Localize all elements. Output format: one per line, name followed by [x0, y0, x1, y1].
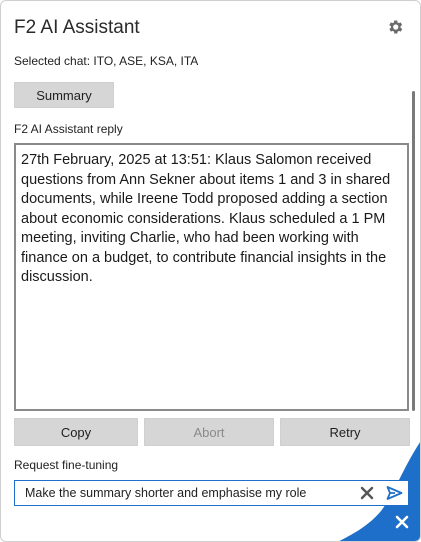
abort-button[interactable]: Abort: [144, 418, 274, 446]
copy-button[interactable]: Copy: [14, 418, 138, 446]
clear-icon[interactable]: [360, 486, 374, 500]
close-icon[interactable]: [395, 515, 409, 529]
assistant-panel: F2 AI Assistant Selected chat: ITO, ASE,…: [0, 0, 421, 542]
panel-title: F2 AI Assistant: [14, 17, 140, 38]
reply-label: F2 AI Assistant reply: [14, 122, 123, 136]
retry-button[interactable]: Retry: [280, 418, 410, 446]
fine-tuning-field: [14, 480, 409, 506]
reply-textbox[interactable]: 27th February, 2025 at 13:51: Klaus Salo…: [14, 143, 409, 411]
fine-tuning-input[interactable]: [25, 481, 355, 505]
summary-button[interactable]: Summary: [14, 82, 114, 108]
reply-text: 27th February, 2025 at 13:51: Klaus Salo…: [21, 152, 391, 285]
send-icon[interactable]: [386, 485, 403, 501]
fine-tuning-label: Request fine-tuning: [14, 458, 119, 472]
scrollbar[interactable]: [412, 91, 415, 411]
selected-chat-label: Selected chat: ITO, ASE, KSA, ITA: [14, 54, 199, 68]
gear-icon[interactable]: [386, 18, 404, 36]
